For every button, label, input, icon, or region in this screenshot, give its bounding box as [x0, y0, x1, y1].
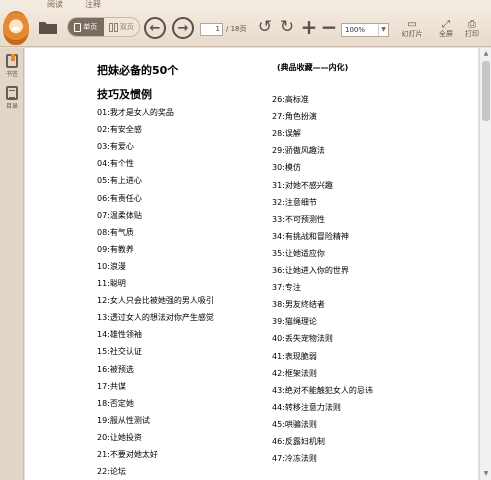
list-item: 31:对她不感兴趣: [272, 180, 333, 190]
app-logo-icon[interactable]: ☁: [3, 11, 29, 45]
list-item: 37:专注: [272, 283, 301, 293]
list-item: 15:社交认证: [97, 347, 142, 357]
document-subtitle: 技巧及惯例: [97, 88, 152, 101]
list-item: 01:我才是女人的奖品: [97, 108, 174, 117]
print-button[interactable]: ⎙ 打印: [462, 20, 482, 42]
list-item: 47:冷冻法则: [272, 454, 317, 464]
page-total: / 18页: [226, 25, 247, 33]
page-number-input[interactable]: 1: [200, 23, 223, 36]
slideshow-icon: ▭: [407, 19, 417, 30]
side-panel: 书签 目录: [0, 48, 24, 480]
toolbar: ☁ 单页 双页 ← → 1 / 18页 ↺ ↻ + − 100% ▼ ▭ 幻灯片…: [0, 10, 491, 47]
list-item: 45:哄骗法则: [272, 419, 317, 429]
single-page-icon: [74, 22, 82, 32]
list-item: 20:让她投资: [97, 432, 142, 442]
list-item: 33:不可预测性: [272, 214, 325, 224]
double-page-icon: [108, 22, 118, 32]
list-item: 02:有安全感: [97, 125, 142, 135]
toc-button[interactable]: 目录: [2, 84, 22, 112]
vertical-scrollbar[interactable]: ▲ ▼: [479, 48, 491, 480]
list-item: 30:模仿: [272, 163, 301, 173]
list-item: 17:共谋: [97, 381, 126, 391]
print-label: 打印: [465, 30, 479, 38]
list-item: 12:女人只会比被她强的男人吸引: [97, 296, 214, 306]
chevron-down-icon[interactable]: ▼: [378, 24, 388, 36]
list-item: 26:高标准: [272, 95, 309, 104]
arrow-right-icon: →: [177, 20, 189, 36]
document-title: 把妹必备的50个: [97, 64, 179, 77]
slideshow-button[interactable]: ▭ 幻灯片: [399, 20, 425, 42]
list-item: 06:有责任心: [97, 193, 142, 203]
single-page-button[interactable]: 单页: [68, 18, 104, 36]
tab-strip: 阅读 注释: [0, 0, 491, 10]
fullscreen-icon: ⤢: [442, 19, 450, 30]
list-item: 09:有教养: [97, 244, 134, 254]
zoom-out-icon[interactable]: −: [320, 15, 338, 39]
list-item: 11:聪明: [97, 279, 126, 288]
document-page: 把妹必备的50个 技巧及惯例 (典品收藏——内化) 01:我才是女人的奖品 02:…: [25, 48, 478, 480]
list-item: 40:丢失宠物法则: [272, 334, 333, 344]
view-mode-toggle: 单页 双页: [67, 17, 140, 37]
list-item: 41:表现脆弱: [272, 351, 317, 361]
list-item: 35:让她适应你: [272, 248, 325, 258]
list-item: 43:绝对不能触犯女人的忌讳: [272, 385, 373, 395]
list-item: 04:有个性: [97, 159, 134, 169]
scroll-thumb[interactable]: [482, 61, 490, 121]
next-page-button[interactable]: →: [172, 17, 194, 39]
list-item: 16:被预选: [97, 364, 134, 374]
slideshow-label: 幻灯片: [401, 30, 423, 38]
list-item: 14:雄性领袖: [97, 330, 142, 340]
arrow-left-icon: ←: [149, 20, 161, 36]
list-item: 08:有气质: [97, 227, 134, 237]
list-item: 42:框架法则: [272, 368, 317, 378]
list-item: 27:角色扮演: [272, 112, 317, 122]
bookmark-icon: [6, 54, 18, 68]
list-item: 18:否定她: [97, 398, 134, 408]
tab-annotate[interactable]: 注释: [85, 0, 101, 10]
zoom-value: 100%: [345, 26, 366, 34]
fullscreen-button[interactable]: ⤢ 全屏: [436, 20, 456, 42]
list-item: 46:反露妇机制: [272, 437, 325, 446]
list-item: 10:浪漫: [97, 261, 126, 271]
list-item: 34:有挑战和冒险精神: [272, 231, 349, 241]
zoom-select[interactable]: 100% ▼: [341, 23, 389, 37]
bookmark-button[interactable]: 书签: [2, 52, 22, 80]
open-folder-icon[interactable]: [37, 17, 59, 37]
toc-label: 目录: [5, 103, 18, 110]
double-page-button[interactable]: 双页: [104, 18, 140, 36]
list-item: 38:男友终结者: [272, 300, 325, 310]
list-item: 19:服从性测试: [97, 415, 150, 425]
list-item: 44:转移注意力法则: [272, 402, 341, 412]
list-item: 21:不要对她太好: [97, 450, 158, 459]
list-item: 32:注意细节: [272, 197, 317, 207]
toc-icon: [6, 86, 18, 100]
list-item: 13:透过女人的想法对你产生感觉: [97, 313, 214, 323]
fullscreen-label: 全屏: [439, 30, 453, 38]
double-page-label: 双页: [119, 23, 134, 31]
rotate-left-icon[interactable]: ↺: [257, 17, 273, 37]
tab-read[interactable]: 阅读: [47, 0, 63, 10]
list-item: 29:骄傲风趣法: [272, 146, 325, 156]
list-item: 03:有爱心: [97, 142, 134, 152]
document-tag: (典品收藏——内化): [277, 63, 349, 72]
zoom-in-icon[interactable]: +: [300, 15, 318, 39]
scroll-down-icon[interactable]: ▼: [482, 470, 490, 478]
bookmark-label: 书签: [5, 71, 18, 78]
list-item: 07:温柔体贴: [97, 210, 142, 220]
list-item: 39:猫绳理论: [272, 317, 317, 327]
previous-page-button[interactable]: ←: [144, 17, 166, 39]
list-item: 22:论坛: [97, 467, 126, 477]
list-item: 05:有上进心: [97, 176, 142, 186]
list-item: 28:误解: [272, 129, 301, 139]
list-item: 36:让她进入你的世界: [272, 266, 349, 275]
single-page-label: 单页: [83, 23, 98, 31]
rotate-right-icon[interactable]: ↻: [279, 17, 295, 37]
print-icon: ⎙: [468, 19, 476, 30]
scroll-up-icon[interactable]: ▲: [482, 50, 490, 58]
